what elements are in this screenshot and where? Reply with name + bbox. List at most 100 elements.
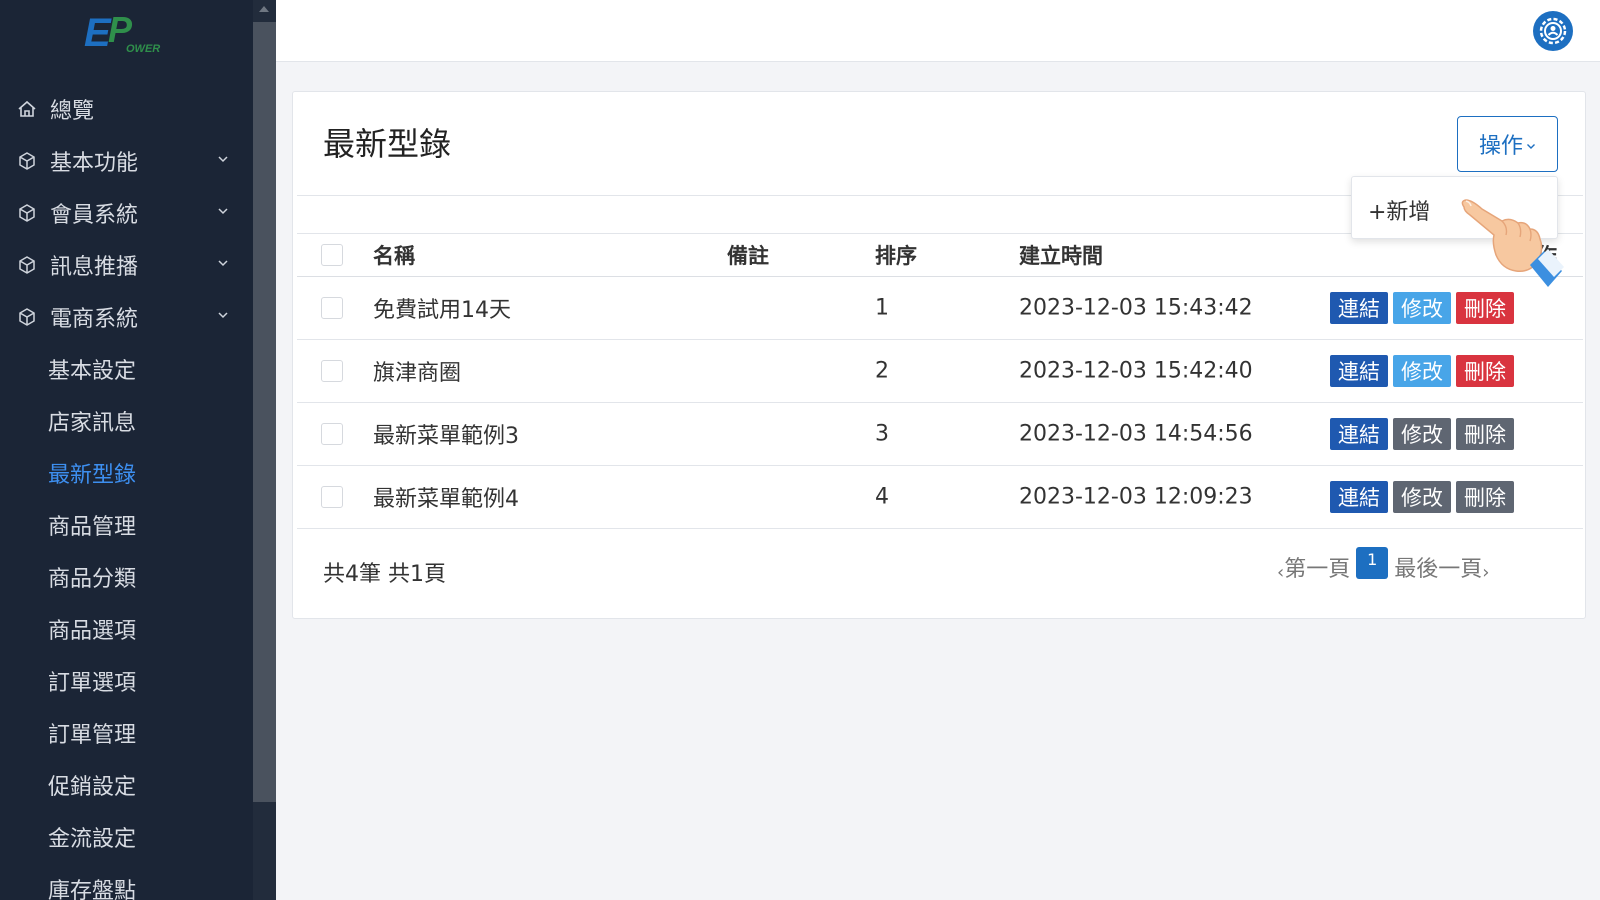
first-page-link[interactable]: 第一頁 — [1284, 551, 1350, 583]
cube-icon — [16, 254, 38, 276]
delete-button[interactable]: 刪除 — [1456, 418, 1514, 450]
gear-icon — [1539, 17, 1567, 45]
sidebar-subitem-label: 訂單管理 — [48, 723, 137, 748]
sidebar-subitem-label: 店家訊息 — [48, 411, 137, 436]
select-all-checkbox[interactable] — [321, 244, 343, 266]
table-header: 名稱 備註 排序 建立時間 操作 — [297, 233, 1583, 277]
sidebar-item-label: 電商系統 — [50, 307, 139, 332]
link-button[interactable]: 連結 — [1330, 418, 1388, 450]
sidebar-item-overview[interactable]: 總覽 — [0, 83, 253, 135]
sidebar-subitem-orders[interactable]: 訂單管理 — [0, 707, 253, 759]
dropdown-item-add[interactable]: +新增 — [1368, 194, 1430, 226]
row-checkbox[interactable] — [321, 297, 343, 319]
sidebar: E P OWER 總覽 基本功能 會員系統 訊息推播 電商系統 基本設定 店家訊… — [0, 0, 276, 900]
sidebar-item-ecommerce[interactable]: 電商系統 — [0, 291, 253, 343]
cell-name: 最新菜單範例4 — [373, 487, 519, 512]
page-title: 最新型錄 — [323, 125, 452, 163]
header-name[interactable]: 名稱 — [373, 240, 415, 270]
epower-logo[interactable]: E P OWER — [82, 8, 164, 54]
cell-order: 4 — [875, 484, 889, 510]
svg-text:OWER: OWER — [126, 43, 160, 54]
sidebar-subitem-promotions[interactable]: 促銷設定 — [0, 759, 253, 811]
cell-created: 2023-12-03 15:43:42 — [1019, 295, 1253, 321]
edit-button[interactable]: 修改 — [1393, 355, 1451, 387]
home-icon — [16, 98, 38, 120]
sidebar-subitem-order-options[interactable]: 訂單選項 — [0, 655, 253, 707]
sidebar-subitem-label: 商品選項 — [48, 619, 137, 644]
edit-button[interactable]: 修改 — [1393, 418, 1451, 450]
header-note[interactable]: 備註 — [727, 240, 769, 270]
last-page-link[interactable]: 最後一頁 — [1394, 551, 1482, 583]
sidebar-subitem-label: 促銷設定 — [48, 775, 137, 800]
table-row: 旗津商圈 2 2023-12-03 15:42:40 連結 修改 刪除 — [297, 340, 1583, 403]
header-order[interactable]: 排序 — [875, 240, 917, 270]
scroll-up-arrow-icon[interactable] — [259, 6, 269, 12]
next-arrow-icon[interactable]: › — [1482, 562, 1489, 583]
chevron-down-icon — [1527, 143, 1535, 149]
cell-order: 3 — [875, 421, 889, 447]
sidebar-subitem-label: 金流設定 — [48, 827, 137, 852]
table-row: 免費試用14天 1 2023-12-03 15:43:42 連結 修改 刪除 — [297, 277, 1583, 340]
sidebar-subitem-basic-settings[interactable]: 基本設定 — [0, 343, 253, 395]
sidebar-subitem-catalog[interactable]: 最新型錄 — [0, 447, 253, 499]
sidebar-subitem-label: 訂單選項 — [48, 671, 137, 696]
chevron-down-icon — [218, 156, 228, 163]
sidebar-subitem-product-options[interactable]: 商品選項 — [0, 603, 253, 655]
delete-button[interactable]: 刪除 — [1456, 481, 1514, 513]
sidebar-subitem-label: 庫存盤點 — [48, 879, 137, 900]
row-checkbox[interactable] — [321, 486, 343, 508]
cube-icon — [16, 306, 38, 328]
chevron-down-icon — [218, 260, 228, 267]
cell-name: 最新菜單範例3 — [373, 424, 519, 449]
cell-created: 2023-12-03 15:42:40 — [1019, 358, 1253, 384]
row-checkbox[interactable] — [321, 423, 343, 445]
link-button[interactable]: 連結 — [1330, 481, 1388, 513]
current-page[interactable]: 1 — [1356, 547, 1389, 579]
link-button[interactable]: 連結 — [1330, 355, 1388, 387]
cell-created: 2023-12-03 12:09:23 — [1019, 484, 1253, 510]
cell-name: 免費試用14天 — [373, 298, 511, 323]
cell-name: 旗津商圈 — [373, 361, 462, 386]
link-button[interactable]: 連結 — [1330, 292, 1388, 324]
sidebar-item-push[interactable]: 訊息推播 — [0, 239, 253, 291]
sidebar-subitem-label: 商品管理 — [48, 515, 137, 540]
chevron-down-icon — [218, 208, 228, 215]
delete-button[interactable]: 刪除 — [1456, 355, 1514, 387]
topbar — [276, 0, 1600, 62]
row-actions: 連結 修改 刪除 — [1330, 418, 1514, 450]
cell-order: 2 — [875, 358, 889, 384]
sidebar-item-basic[interactable]: 基本功能 — [0, 135, 253, 187]
sidebar-subitem-products[interactable]: 商品管理 — [0, 499, 253, 551]
catalog-table: 名稱 備註 排序 建立時間 操作 免費試用14天 1 2023-12-03 15… — [297, 233, 1583, 529]
row-actions: 連結 修改 刪除 — [1330, 481, 1514, 513]
sidebar-nav: 總覽 基本功能 會員系統 訊息推播 電商系統 基本設定 店家訊息 最新型錄 商品… — [0, 83, 253, 900]
sidebar-subitem-label: 最新型錄 — [48, 463, 137, 488]
sidebar-item-label: 基本功能 — [50, 151, 139, 176]
cube-icon — [16, 150, 38, 172]
pagination: ‹ 第一頁 1 最後一頁 › — [1277, 547, 1489, 583]
table-row: 最新菜單範例3 3 2023-12-03 14:54:56 連結 修改 刪除 — [297, 403, 1583, 466]
row-checkbox[interactable] — [321, 360, 343, 382]
sidebar-scrollbar[interactable] — [253, 0, 276, 900]
sidebar-item-label: 總覽 — [50, 99, 95, 124]
cube-icon — [16, 202, 38, 224]
sidebar-item-members[interactable]: 會員系統 — [0, 187, 253, 239]
cell-created: 2023-12-03 14:54:56 — [1019, 421, 1253, 447]
sidebar-subitem-inventory[interactable]: 庫存盤點 — [0, 863, 253, 900]
sidebar-subitem-payments[interactable]: 金流設定 — [0, 811, 253, 863]
edit-button[interactable]: 修改 — [1393, 481, 1451, 513]
edit-button[interactable]: 修改 — [1393, 292, 1451, 324]
sidebar-subitem-categories[interactable]: 商品分類 — [0, 551, 253, 603]
catalog-card: 最新型錄 操作 名稱 備註 排序 建立時間 操作 免費試用14天 1 2023-… — [292, 91, 1586, 619]
sidebar-subitem-store-info[interactable]: 店家訊息 — [0, 395, 253, 447]
prev-arrow-icon[interactable]: ‹ — [1277, 562, 1284, 583]
sidebar-item-label: 訊息推播 — [50, 255, 139, 280]
scrollbar-thumb[interactable] — [253, 22, 276, 802]
settings-button[interactable] — [1533, 11, 1573, 51]
sidebar-subitem-label: 商品分類 — [48, 567, 137, 592]
cell-order: 1 — [875, 295, 889, 321]
header-created[interactable]: 建立時間 — [1019, 240, 1103, 270]
delete-button[interactable]: 刪除 — [1456, 292, 1514, 324]
row-actions: 連結 修改 刪除 — [1330, 292, 1514, 324]
operations-button[interactable]: 操作 — [1457, 116, 1558, 172]
